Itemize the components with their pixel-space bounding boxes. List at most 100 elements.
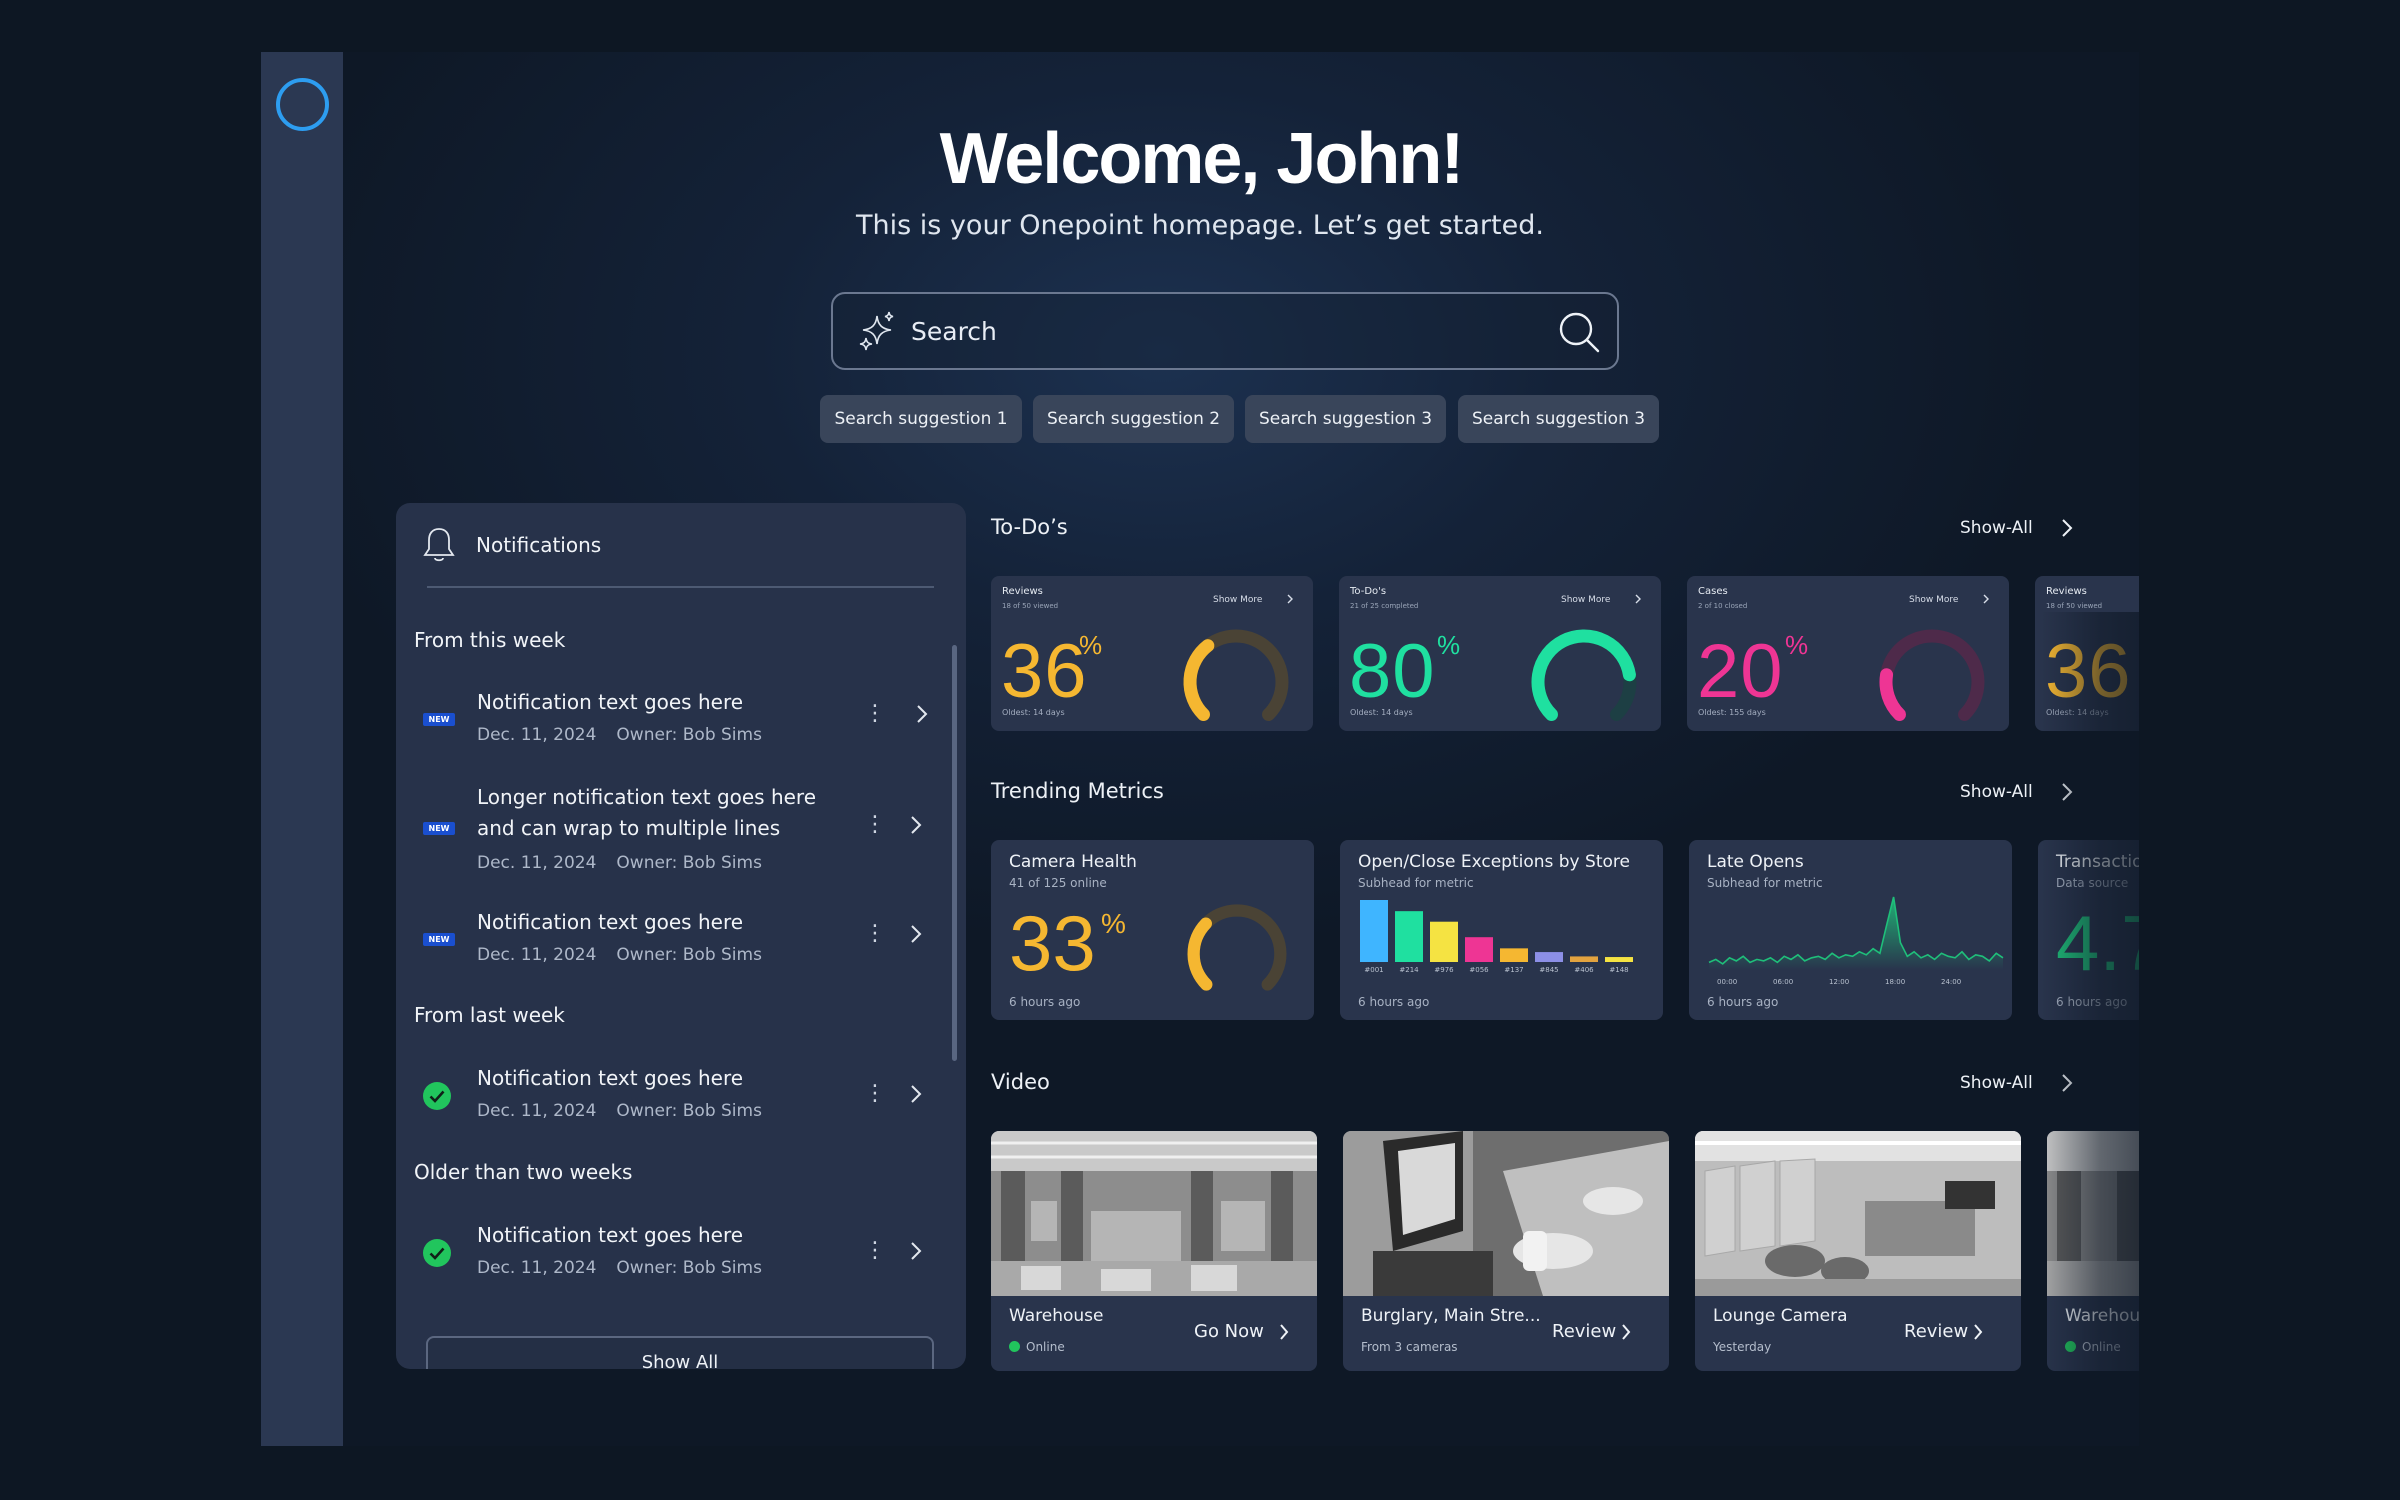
video-section-title: Video bbox=[991, 1070, 1050, 1094]
bar bbox=[1360, 900, 1388, 962]
x-tick-label: #148 bbox=[1609, 966, 1628, 974]
go-now-button[interactable]: Go Now bbox=[1194, 1321, 1264, 1342]
review-button[interactable]: Review bbox=[1904, 1321, 1968, 1342]
show-all-button[interactable]: Show All bbox=[426, 1336, 934, 1369]
todo-card-reviews[interactable]: Reviews 18 of 50 viewed Show More 36 % O… bbox=[991, 576, 1313, 731]
metric-value: 36 bbox=[2045, 629, 2132, 714]
chevron-right-icon[interactable] bbox=[2060, 516, 2074, 540]
show-more-link[interactable]: Show More bbox=[1213, 595, 1262, 605]
chevron-right-icon[interactable] bbox=[908, 1082, 924, 1106]
oldest-label: Oldest: 14 days bbox=[1002, 708, 1065, 717]
updated-label: 6 hours ago bbox=[1009, 995, 1081, 1009]
notification-item[interactable]: NEW Longer notification text goes here a… bbox=[414, 782, 934, 873]
metric-card-late-opens[interactable]: Late Opens Subhead for metric 6 hours ag… bbox=[1689, 840, 2012, 1020]
chevron-right-icon[interactable] bbox=[1278, 1322, 1290, 1342]
metric-value: 33 bbox=[1009, 899, 1096, 987]
metric-value: 80 bbox=[1349, 629, 1436, 714]
chevron-right-icon[interactable] bbox=[1982, 593, 1990, 605]
search-input[interactable]: Search bbox=[911, 317, 997, 346]
bar-chart: #001 #214 #976 #056 #137 #845 #406 #148 bbox=[1360, 900, 1633, 974]
notification-item[interactable]: NEW Notification text goes here Dec. 11,… bbox=[414, 687, 934, 747]
notification-meta: Dec. 11, 2024 Owner: Bob Sims bbox=[477, 945, 762, 965]
camera-name: Warehouse bbox=[2065, 1306, 2139, 1326]
oldest-label: Oldest: 14 days bbox=[1350, 708, 1413, 717]
notification-item[interactable]: Notification text goes here Dec. 11, 202… bbox=[414, 1063, 934, 1123]
card-label: Reviews bbox=[1002, 586, 1043, 597]
search-suggestion-chip[interactable]: Search suggestion 2 bbox=[1033, 395, 1234, 443]
notification-item[interactable]: Notification text goes here Dec. 11, 202… bbox=[414, 1220, 934, 1278]
chevron-right-icon[interactable] bbox=[1634, 593, 1642, 605]
more-options-icon[interactable]: ⋮ bbox=[864, 1236, 886, 1266]
new-badge: NEW bbox=[423, 933, 455, 946]
x-tick-label: 06:00 bbox=[1773, 978, 1793, 986]
notifications-panel: Notifications From this week NEW Notific… bbox=[396, 503, 966, 1369]
notification-item[interactable]: NEW Notification text goes here Dec. 11,… bbox=[414, 907, 934, 967]
chevron-right-icon[interactable] bbox=[1286, 593, 1294, 605]
more-options-icon[interactable]: ⋮ bbox=[864, 699, 886, 729]
more-options-icon[interactable]: ⋮ bbox=[864, 919, 886, 949]
chevron-right-icon[interactable] bbox=[1972, 1322, 1984, 1342]
metric-unit: % bbox=[1101, 908, 1126, 939]
notification-text: Longer notification text goes here and c… bbox=[477, 785, 817, 840]
search-suggestion-chip[interactable]: Search suggestion 3 bbox=[1458, 395, 1659, 443]
camera-thumbnail[interactable] bbox=[2047, 1131, 2139, 1296]
sparkle-icon bbox=[859, 311, 894, 351]
chevron-right-icon[interactable] bbox=[1620, 1322, 1632, 1342]
todo-card-reviews-partial[interactable]: Reviews 18 of 50 viewed 36 Oldest: 14 da… bbox=[2035, 576, 2139, 731]
video-card-lounge[interactable]: Lounge Camera Yesterday Review bbox=[1695, 1131, 2021, 1371]
trending-show-all-link[interactable]: Show-All bbox=[1960, 782, 2033, 802]
group-label: From this week bbox=[414, 628, 566, 652]
search-icon[interactable] bbox=[1555, 308, 1603, 356]
card-label: Reviews bbox=[2046, 586, 2087, 597]
search-suggestion-chip[interactable]: Search suggestion 3 bbox=[1245, 395, 1446, 443]
x-tick-label: #137 bbox=[1504, 966, 1523, 974]
bell-icon bbox=[423, 528, 455, 562]
camera-thumbnail[interactable] bbox=[991, 1131, 1317, 1296]
page-title: Welcome, John! bbox=[939, 119, 1465, 199]
card-subhead: 2 of 10 closed bbox=[1698, 602, 1748, 610]
video-show-all-link[interactable]: Show-All bbox=[1960, 1073, 2033, 1093]
todos-show-all-link[interactable]: Show-All bbox=[1960, 518, 2033, 538]
card-label: Transactio bbox=[2056, 852, 2139, 872]
notification-text: Notification text goes here bbox=[477, 910, 744, 934]
bar bbox=[1465, 937, 1493, 962]
chevron-right-icon[interactable] bbox=[2060, 1071, 2074, 1095]
more-options-icon[interactable]: ⋮ bbox=[864, 1079, 886, 1109]
card-label: Late Opens bbox=[1707, 852, 1804, 872]
camera-thumbnail[interactable] bbox=[1343, 1131, 1669, 1296]
chevron-right-icon[interactable] bbox=[914, 702, 930, 726]
x-tick-label: 12:00 bbox=[1829, 978, 1849, 986]
camera-name: Warehouse bbox=[1009, 1306, 1104, 1326]
notification-text: Notification text goes here bbox=[477, 690, 744, 714]
scrollbar[interactable] bbox=[952, 645, 957, 1061]
show-more-link[interactable]: Show More bbox=[1561, 595, 1610, 605]
card-label: To-Do's bbox=[1350, 586, 1387, 597]
chevron-right-icon[interactable] bbox=[2060, 780, 2074, 804]
chevron-right-icon[interactable] bbox=[908, 922, 924, 946]
review-button[interactable]: Review bbox=[1552, 1321, 1616, 1342]
notifications-title: Notifications bbox=[476, 533, 602, 557]
side-rail bbox=[261, 52, 343, 1446]
more-options-icon[interactable]: ⋮ bbox=[864, 810, 886, 840]
camera-status: From 3 cameras bbox=[1361, 1340, 1458, 1354]
search-bar[interactable]: Search bbox=[831, 292, 1619, 370]
camera-thumbnail[interactable] bbox=[1695, 1131, 2021, 1296]
gauge-chart bbox=[1531, 629, 1637, 722]
show-more-link[interactable]: Show More bbox=[1909, 595, 1958, 605]
search-suggestion-chip[interactable]: Search suggestion 1 bbox=[820, 395, 1022, 443]
trending-section-title: Trending Metrics bbox=[991, 779, 1164, 803]
todo-card-cases[interactable]: Cases 2 of 10 closed Show More 20 % Olde… bbox=[1687, 576, 2009, 731]
metric-card-exceptions[interactable]: Open/Close Exceptions by Store Subhead f… bbox=[1340, 840, 1663, 1020]
todo-card-todos[interactable]: To-Do's 21 of 25 completed Show More 80 … bbox=[1339, 576, 1661, 731]
gauge-value bbox=[1187, 917, 1213, 991]
metric-card-camera-health[interactable]: Camera Health 41 of 125 online 33 % 6 ho… bbox=[991, 840, 1314, 1020]
metric-unit: % bbox=[1785, 630, 1809, 660]
bar bbox=[1395, 911, 1423, 962]
video-card-warehouse[interactable]: Warehouse Online Go Now bbox=[991, 1131, 1317, 1371]
metric-card-transactions-partial[interactable]: Transactio Data source 4.7 6 hours ago bbox=[2038, 840, 2139, 1020]
video-card-warehouse-partial[interactable]: Warehouse Online bbox=[2047, 1131, 2139, 1371]
chevron-right-icon[interactable] bbox=[908, 1239, 924, 1263]
chevron-right-icon[interactable] bbox=[908, 813, 924, 837]
video-card-burglary[interactable]: Burglary, Main Stre... From 3 cameras Re… bbox=[1343, 1131, 1669, 1371]
gauge-value bbox=[1183, 639, 1215, 722]
